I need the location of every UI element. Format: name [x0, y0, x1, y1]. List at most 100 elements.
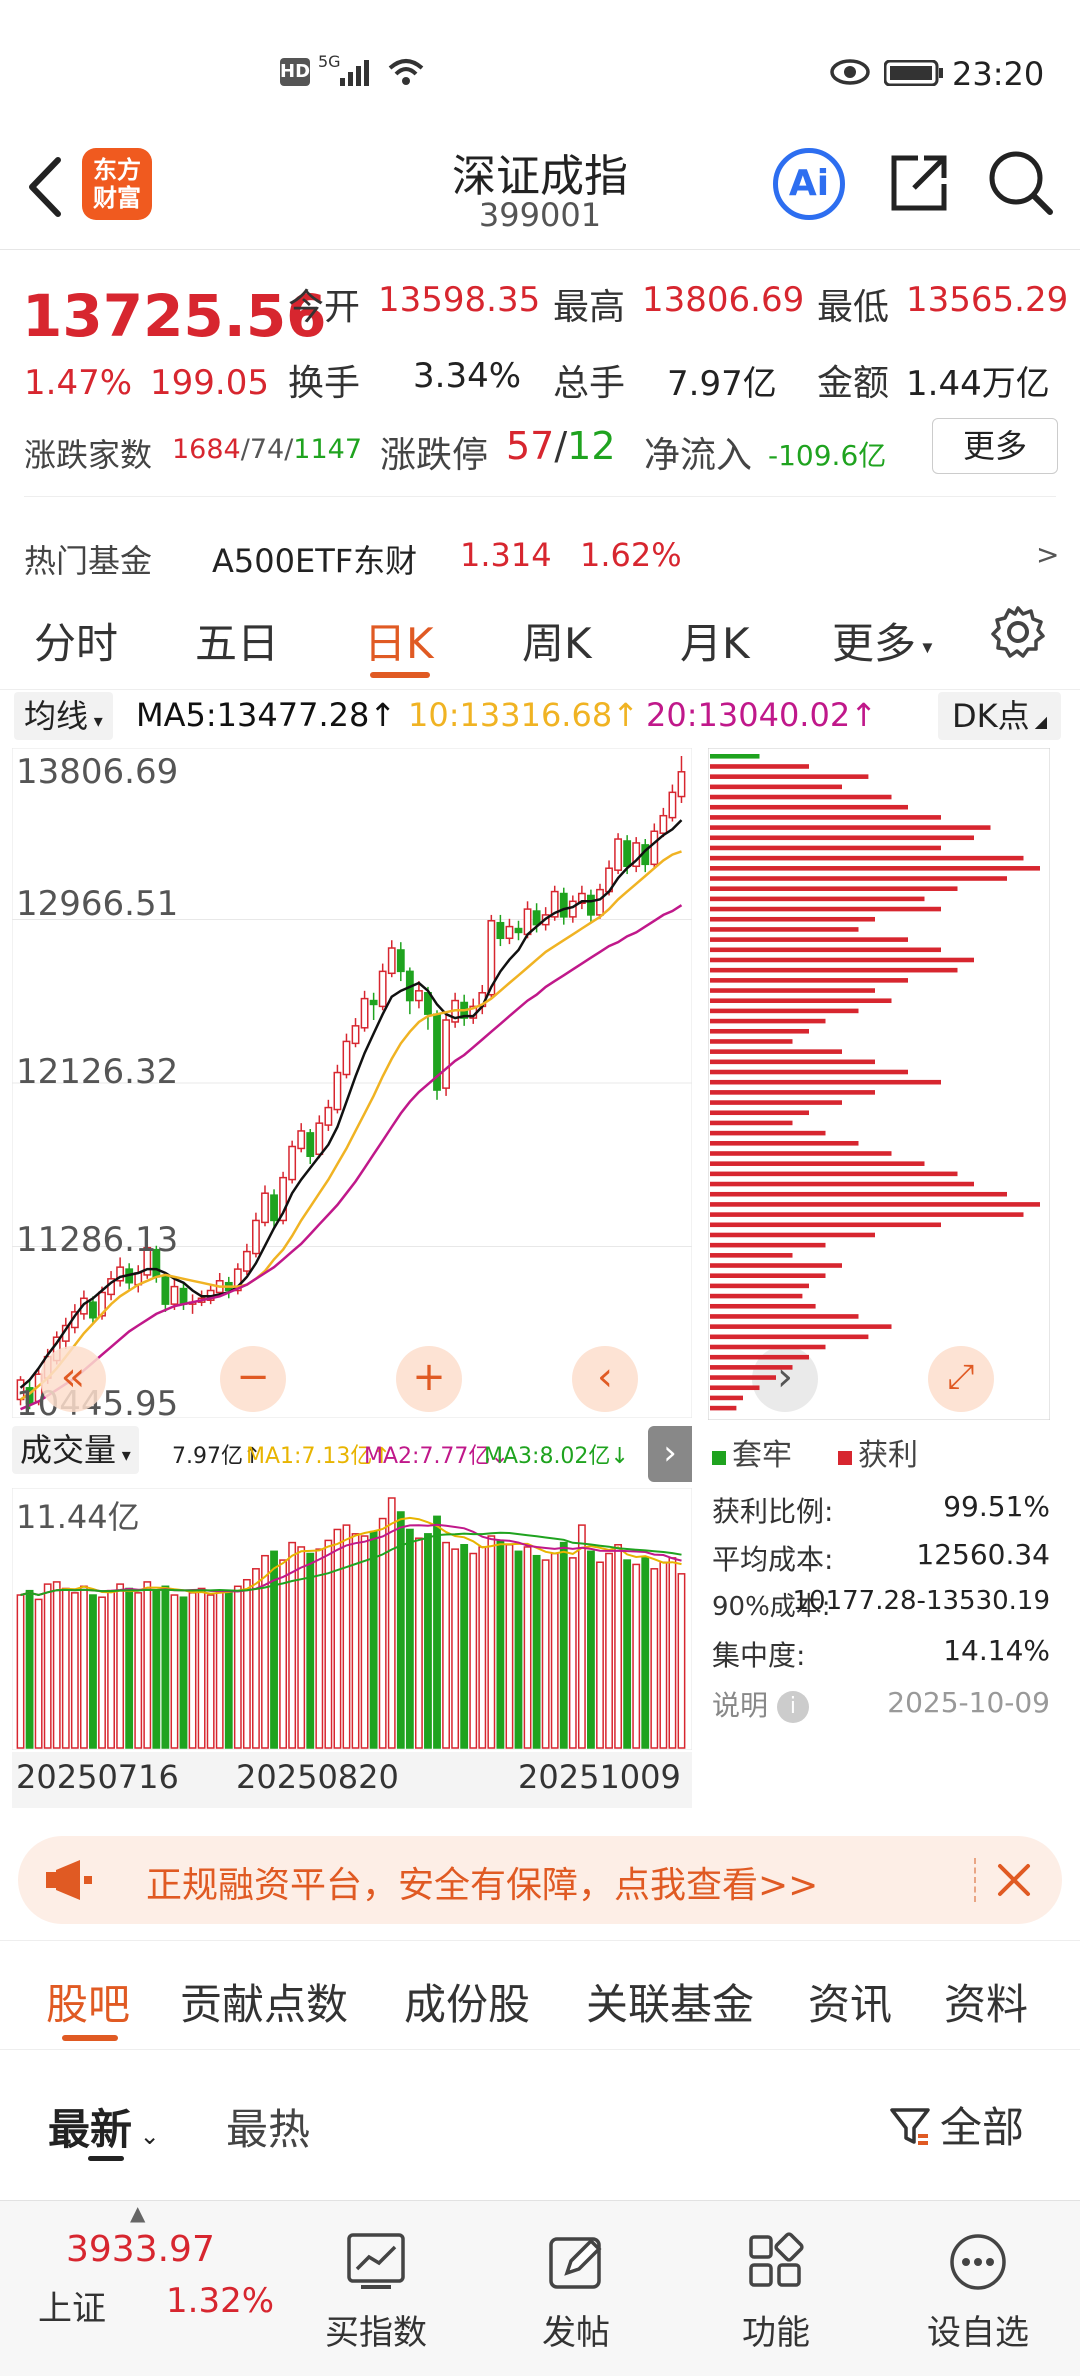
high-label: 最高: [553, 287, 626, 328]
volume-bar: [424, 1533, 432, 1749]
sort-hot[interactable]: 最热: [226, 2096, 310, 2157]
stock-code: 399001: [478, 196, 602, 234]
ma10-label: 10:13316.68↑: [408, 696, 639, 734]
sh-index-value[interactable]: 3933.97: [66, 2229, 215, 2270]
chip-bar: [710, 825, 991, 830]
vol-ma2-value: MA2:7.77亿: [364, 1444, 491, 1469]
back-icon[interactable]: [20, 152, 70, 226]
quote-panel: 13725.56 1.47% 199.05 今开 13598.35 最高 138…: [0, 250, 1080, 580]
candle-body: [288, 1145, 297, 1181]
sort-filter-bar: 最新 ⌄ 最热 全部: [0, 2050, 1080, 2200]
volume-bar: [460, 1544, 469, 1749]
collapse-panel-button[interactable]: ›: [648, 1426, 692, 1482]
scroll-left-fast-button[interactable]: «: [40, 1346, 106, 1412]
tab-intraday[interactable]: 分时: [34, 610, 118, 671]
buy-index-button[interactable]: 买指数: [306, 2231, 446, 2354]
volume-bar: [107, 1589, 115, 1749]
settings-icon[interactable]: [990, 604, 1046, 664]
tab-related-funds[interactable]: 关联基金: [586, 1971, 754, 2032]
chip-bar: [710, 1283, 809, 1289]
volume-selector[interactable]: 成交量 ▾: [12, 1426, 139, 1474]
limit-label: 涨跌停: [380, 435, 489, 476]
volume-bar: [650, 1568, 659, 1749]
candle-body: [306, 1132, 315, 1157]
volume-bar: [125, 1587, 134, 1749]
volume-bar: [179, 1596, 188, 1749]
vol-ma1-value: MA1:7.13亿: [246, 1444, 373, 1469]
volume-bar: [614, 1544, 623, 1749]
more-button[interactable]: 更多: [932, 418, 1058, 474]
tab-more[interactable]: 更多 ▾: [832, 610, 932, 671]
tab-day-k[interactable]: 日K: [364, 610, 434, 671]
functions-button[interactable]: 功能: [706, 2231, 846, 2354]
ma-selector[interactable]: 均线 ▾: [14, 692, 113, 740]
tab-news[interactable]: 资讯: [808, 1971, 892, 2032]
volume-bar: [252, 1568, 260, 1749]
chip-bar: [710, 1110, 809, 1116]
promo-banner[interactable]: 正规融资平台，安全有保障，点我查看>>: [18, 1836, 1062, 1924]
volume-bar: [387, 1497, 396, 1749]
volume-bar: [451, 1548, 460, 1749]
turnover-label: 换手: [288, 363, 361, 404]
tab-forum[interactable]: 股吧: [46, 1971, 130, 2032]
chip-bar: [710, 855, 1024, 861]
candle-body: [396, 949, 405, 973]
tab-week-k[interactable]: 周K: [522, 610, 592, 671]
fund-arrow-icon[interactable]: >: [1036, 538, 1059, 571]
tab-constituents[interactable]: 成份股: [404, 1971, 530, 2032]
buy-index-label: 买指数: [325, 2313, 427, 2353]
chip-bar: [710, 1079, 941, 1085]
tab-profile[interactable]: 资料: [944, 1971, 1028, 2032]
candle-body: [568, 900, 577, 918]
volume-bar: [632, 1563, 641, 1749]
volume-bar: [559, 1541, 568, 1749]
volume-bar: [70, 1592, 79, 1749]
post-button[interactable]: 发帖: [506, 2231, 646, 2354]
breadth-up: 1684: [172, 434, 241, 465]
volume-bar: [197, 1587, 206, 1749]
change-value: 199.05: [150, 363, 269, 403]
chip-bar: [710, 967, 958, 973]
chip-bar: [710, 1395, 743, 1401]
tab-contribution[interactable]: 贡献点数: [180, 1971, 348, 2032]
tab-five-day[interactable]: 五日: [195, 610, 279, 671]
ma20-value: 20:13040.02: [646, 696, 851, 734]
wifi-icon: [386, 56, 426, 92]
change-pct: 1.47%: [24, 363, 133, 403]
share-icon[interactable]: [884, 148, 954, 222]
dk-button[interactable]: DK点 ◢: [938, 692, 1062, 740]
chip-bar: [710, 1018, 826, 1024]
chip-bar: [710, 1069, 908, 1075]
ai-button[interactable]: Ai: [773, 148, 845, 220]
chip-bar: [710, 937, 908, 942]
volume-bar: [605, 1552, 613, 1749]
megaphone-icon: [44, 1856, 96, 1908]
chip-bar: [710, 1049, 842, 1054]
tab-month-k[interactable]: 月K: [680, 610, 750, 671]
add-watchlist-button[interactable]: 设自选: [908, 2231, 1048, 2354]
volume-bar: [206, 1594, 215, 1749]
chip-bar: [710, 764, 809, 769]
chip-bar: [710, 906, 941, 912]
volume-bar: [116, 1583, 125, 1749]
chevron-down-icon: ⌄: [132, 2122, 160, 2150]
limit-up: 57: [506, 424, 555, 468]
zoom-in-button[interactable]: +: [396, 1346, 462, 1412]
fund-name[interactable]: A500ETF东财: [212, 536, 417, 582]
zoom-out-button[interactable]: −: [220, 1346, 286, 1412]
note-link[interactable]: 说明 i: [712, 1684, 809, 1724]
app-logo[interactable]: 东方 财富: [82, 148, 152, 220]
sh-index-name[interactable]: 上证: [38, 2281, 106, 2330]
search-icon[interactable]: [986, 148, 1056, 222]
volume-bar: [550, 1552, 559, 1749]
volume-bar: [306, 1552, 315, 1749]
price-tick: 12126.32: [16, 1052, 179, 1092]
filter-all[interactable]: 全部: [888, 2094, 1024, 2158]
divider: [24, 496, 1056, 497]
legend-profit: 获利: [838, 1430, 918, 1474]
sort-latest[interactable]: 最新 ⌄: [48, 2096, 160, 2157]
close-icon[interactable]: [990, 1856, 1038, 1908]
breadth-values: 1684/74/1147: [172, 434, 363, 465]
scroll-left-button[interactable]: ‹: [572, 1346, 638, 1412]
candle-body: [496, 921, 505, 940]
